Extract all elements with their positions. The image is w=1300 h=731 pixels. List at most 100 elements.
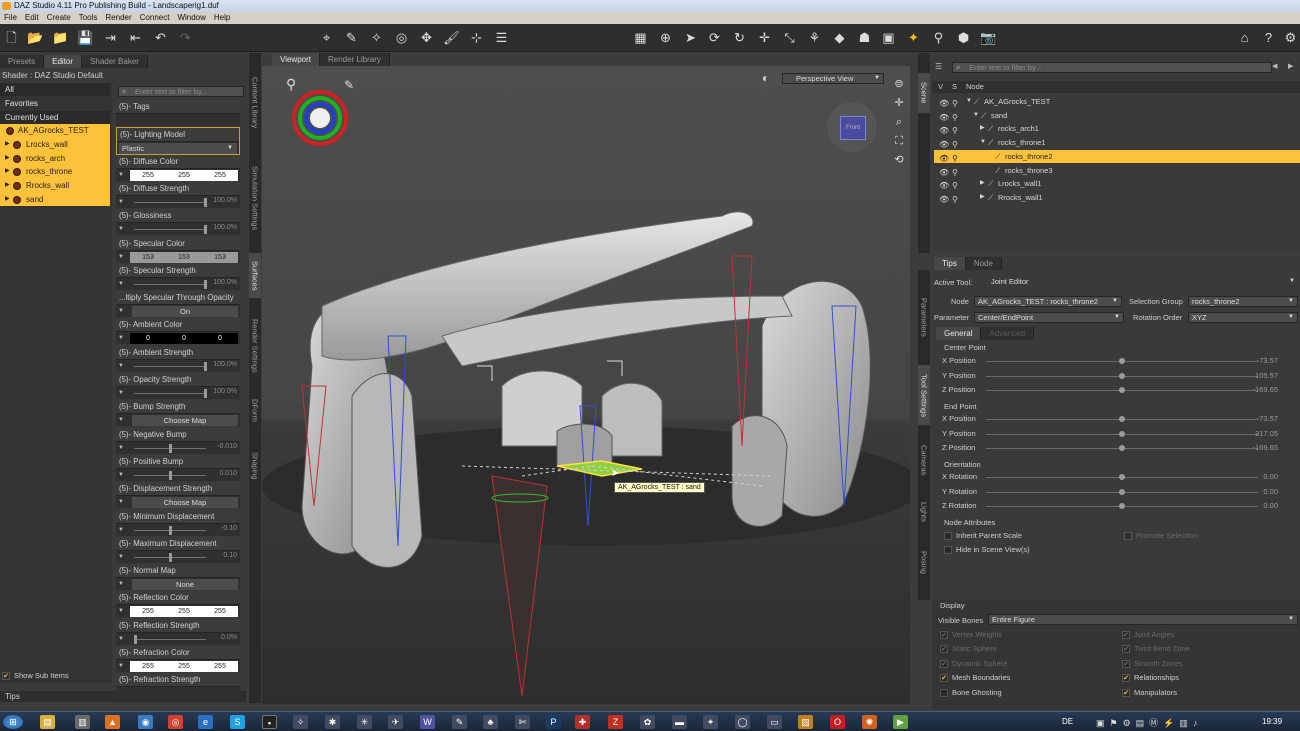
color-swatch[interactable]: 153 153 153: [130, 251, 238, 263]
grid-icon[interactable]: ▦: [632, 29, 649, 46]
slider-knob[interactable]: [1119, 445, 1125, 451]
scene-options-icon[interactable]: ☰: [935, 62, 942, 71]
chevron-down-icon[interactable]: ▼: [118, 254, 124, 260]
tab-cameras[interactable]: Cameras: [918, 440, 930, 480]
chevron-down-icon[interactable]: ▼: [118, 499, 124, 505]
surfaces-filter-input[interactable]: ⌕ Enter text to filter by...: [118, 86, 244, 97]
filezilla-icon[interactable]: Z: [608, 715, 623, 729]
expand-toggle-icon[interactable]: ▼: [966, 95, 972, 109]
language-indicator[interactable]: DE: [1062, 717, 1073, 726]
start-button-icon[interactable]: ⊞: [3, 715, 23, 729]
display-option-checkbox[interactable]: ✔ Mesh Boundaries: [940, 672, 1010, 684]
skype-icon[interactable]: S: [230, 715, 245, 729]
slider-knob[interactable]: [1119, 488, 1125, 495]
app-icon[interactable]: ▶: [893, 715, 908, 729]
app-icon[interactable]: ✎: [452, 715, 467, 729]
slider-track[interactable]: [134, 283, 206, 285]
slider-knob[interactable]: [204, 389, 207, 398]
tab-editor[interactable]: Editor: [44, 55, 83, 68]
property-value[interactable]: ▼ 255 255 255: [116, 604, 240, 618]
tab-tips[interactable]: Tips: [934, 257, 966, 270]
joint-value-slider[interactable]: Z Position -169.65: [936, 383, 1298, 398]
chevron-down-icon[interactable]: ▼: [118, 335, 124, 341]
settings-icon[interactable]: ⚙: [1282, 29, 1299, 46]
app-icon[interactable]: ✿: [640, 715, 655, 729]
chevron-down-icon[interactable]: ▼: [118, 281, 124, 287]
scene-next-icon[interactable]: ▶: [1288, 62, 1293, 70]
vlc-icon[interactable]: ▲: [105, 715, 120, 729]
slider-knob[interactable]: [1119, 358, 1125, 364]
select-arrow-icon[interactable]: ➤: [682, 29, 699, 46]
app-icon[interactable]: ▬: [672, 715, 687, 729]
shading-sphere-icon[interactable]: ◐: [762, 71, 769, 85]
universal-tool-icon[interactable]: ⊕: [657, 29, 674, 46]
save-icon[interactable]: 💾: [77, 29, 94, 46]
visibility-eye-icon[interactable]: 👁: [939, 193, 949, 207]
property-value[interactable]: ▼ 100.0%: [116, 386, 240, 399]
slider-track[interactable]: [134, 365, 206, 367]
property-value[interactable]: ▼ Choose Map: [116, 413, 240, 427]
render-icon[interactable]: 📷: [980, 29, 997, 46]
property-button[interactable]: Choose Map: [132, 415, 238, 427]
scene-node-row[interactable]: 👁 ⚲ ▼ ⟋ rocks_throne1: [934, 136, 1300, 150]
chevron-down-icon[interactable]: ▼: [118, 608, 124, 614]
selection-group-select[interactable]: rocks_throne2 ▼: [1188, 296, 1298, 307]
scene-node-row[interactable]: 👁 ⚲ ▶ ⟋ Lrocks_wall1: [934, 177, 1300, 191]
slider-knob[interactable]: [1119, 387, 1125, 393]
zoom-icon[interactable]: ⌕: [892, 113, 906, 132]
display-option-checkbox[interactable]: ✔ Twist Bend Zone: [1122, 643, 1190, 655]
scale-icon[interactable]: ⤡: [781, 29, 798, 46]
chevron-down-icon[interactable]: ▼: [118, 308, 124, 314]
property-value[interactable]: ▼ -0.010: [116, 440, 240, 454]
scene-node-row[interactable]: 👁 ⚲ ▶ ⟋ Rrocks_wall1: [934, 191, 1300, 205]
chevron-down-icon[interactable]: ▼: [118, 581, 124, 587]
expand-toggle-icon[interactable]: ▼: [973, 109, 979, 123]
explorer-icon[interactable]: ▤: [40, 715, 55, 729]
chevron-down-icon[interactable]: ▼: [118, 636, 124, 642]
display-option-checkbox[interactable]: ✔ Joint Angles: [1122, 629, 1174, 641]
list-icon[interactable]: ☰: [493, 29, 510, 46]
pin-icon[interactable]: ✎: [344, 78, 354, 92]
property-value[interactable]: ▼ 0.010: [116, 467, 240, 481]
slider-knob[interactable]: [204, 197, 207, 207]
category-all[interactable]: All: [0, 83, 110, 96]
scene-node-row[interactable]: 👁 ⚲ ▼ ⟋ AK_AGrocks_TEST: [934, 95, 1300, 109]
property-value[interactable]: Plastic ▼: [117, 141, 239, 155]
expand-toggle-icon[interactable]: ▶: [980, 122, 985, 136]
property-value[interactable]: ▼ 0.10: [116, 549, 240, 563]
transform-icon[interactable]: ✥: [418, 29, 435, 46]
expand-toggle-icon[interactable]: ▶: [980, 177, 985, 191]
joint-value-slider[interactable]: Y Position 105.57: [936, 369, 1298, 384]
redo-icon[interactable]: ↷: [177, 29, 194, 46]
menu-edit[interactable]: Edit: [21, 12, 43, 24]
tab-posing[interactable]: Posing: [918, 545, 930, 580]
color-swatch[interactable]: 255 255 255: [130, 606, 238, 618]
joint-value-slider[interactable]: Z Rotation 0.00: [936, 499, 1298, 514]
slider-track[interactable]: [134, 638, 206, 640]
node-select[interactable]: AK_AGrocks_TEST : rocks_throne2 ▼: [974, 296, 1122, 307]
tab-render-settings[interactable]: Render Settings: [249, 311, 261, 381]
tab-content-library[interactable]: Content Library: [249, 73, 261, 133]
display-option-checkbox[interactable]: ✔ Dynamic Sphere: [940, 658, 1007, 670]
visible-bones-select[interactable]: Entire Figure ▼: [988, 614, 1298, 625]
tab-render-library[interactable]: Render Library: [319, 53, 390, 66]
rotate-pose-icon[interactable]: ⟳: [706, 29, 723, 46]
rotate-icon[interactable]: ↻: [731, 29, 748, 46]
system-tray-icons[interactable]: ▣⚑⚙▤Ⓜ⚡▥♪: [1096, 716, 1202, 729]
3d-viewport[interactable]: ⚲ ✎ ◐ Perspective View ▼ Front AK_AGrocks…: [262, 66, 910, 704]
chevron-down-icon[interactable]: ▼: [118, 363, 124, 369]
joint-value-slider[interactable]: Y Rotation 0.00: [936, 485, 1298, 500]
camera-cube-icon[interactable]: ▣: [880, 29, 897, 46]
property-button[interactable]: On: [132, 306, 238, 318]
chevron-down-icon[interactable]: ▼: [118, 390, 124, 396]
chevron-down-icon[interactable]: ▼: [118, 199, 124, 205]
property-value[interactable]: ▼ -0.10: [116, 522, 240, 536]
tab-dform[interactable]: DForm: [249, 393, 261, 428]
scene-node-row[interactable]: 👁 ⚲ ▼ ⟋ sand: [934, 109, 1300, 123]
expand-toggle-icon[interactable]: ▼: [980, 136, 986, 150]
lighting-model-select[interactable]: Plastic ▼: [119, 143, 237, 155]
display-option-checkbox[interactable]: Bone Ghosting: [940, 687, 1002, 699]
property-value[interactable]: ▼ Choose Map: [116, 495, 240, 509]
display-option-checkbox[interactable]: ✔ Relationships: [1122, 672, 1179, 684]
display-option-checkbox[interactable]: ✔ Manipulators: [1122, 687, 1177, 699]
